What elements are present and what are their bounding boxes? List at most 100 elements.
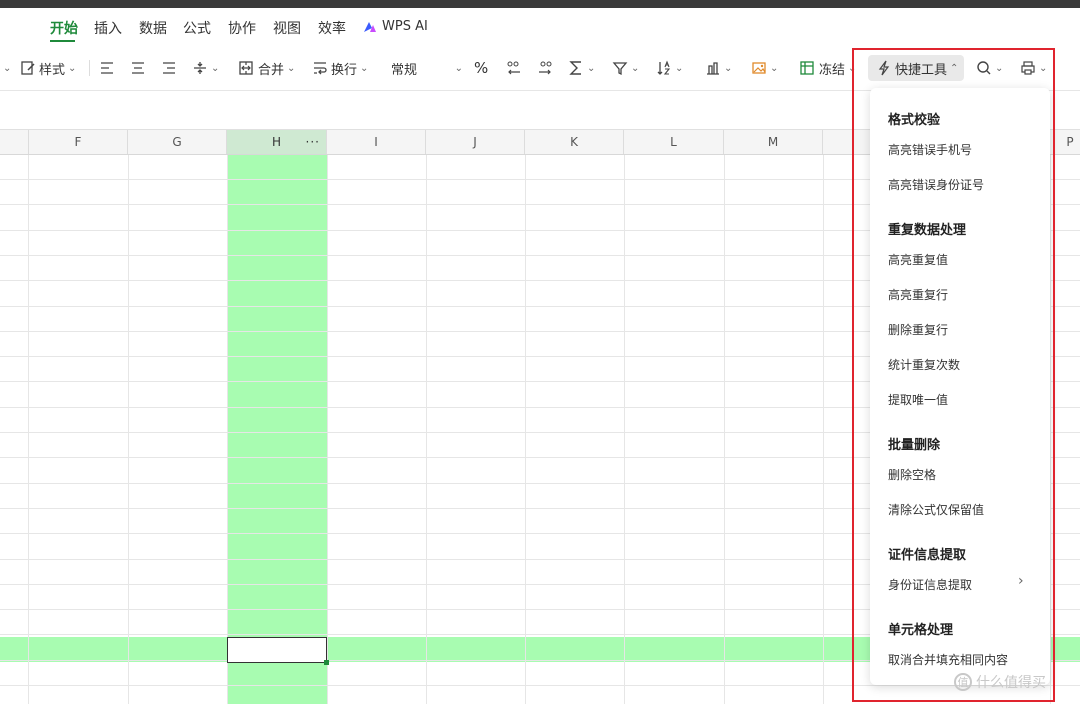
align-center-button[interactable] [130,58,146,78]
chevron-down-icon[interactable]: ⌄ [0,58,11,78]
row-divider [0,685,1080,686]
column-divider [525,154,526,704]
column-header-k[interactable]: K [525,130,624,154]
wrap-label: 换行 [331,62,358,78]
chevron-down-icon: ⌄ [848,62,857,74]
menu-item-highlight-duplicate-values[interactable]: 高亮重复值 [888,251,948,268]
toolbar-divider [89,60,90,76]
column-header-f[interactable]: F [29,130,128,154]
chevron-down-icon: ⌄ [770,62,779,74]
column-header-p[interactable]: P [1050,130,1080,154]
print-button[interactable]: ⌄ [1020,58,1047,78]
filter-button[interactable]: ⌄ [612,58,639,78]
sigma-icon [569,61,581,75]
chevron-down-icon: ⌄ [287,62,296,74]
tab-efficiency[interactable]: 效率 [318,18,346,38]
sum-button[interactable]: ⌄ [568,58,595,78]
watermark: 值 什么值得买 [954,672,1046,692]
freeze-label: 冻结 [819,62,846,78]
watermark-text: 什么值得买 [976,675,1046,691]
column-header-j[interactable]: J [426,130,525,154]
menu-item-clear-formulas-keep-values[interactable]: 清除公式仅保留值 [888,501,984,518]
menu-item-delete-spaces[interactable]: 删除空格 [888,466,936,483]
increase-decimal-button[interactable] [536,58,554,78]
align-right-icon [163,62,175,74]
tab-data[interactable]: 数据 [139,18,167,38]
column-divider [327,154,328,704]
vertical-align-icon [194,62,206,74]
bar-chart-icon [707,62,719,75]
picture-button[interactable]: ⌄ [751,58,778,78]
tab-formula[interactable]: 公式 [183,18,211,38]
style-label: 样式 [39,62,66,78]
menu-item-id-info-extract[interactable]: 身份证信息提取 [888,576,972,593]
align-left-button[interactable] [99,58,115,78]
toolbar: ⌄ 样式 ⌄ ⌄ 合并 ⌄ 换行 ⌄ 常规 ⌄ % ⌄ ⌄ ⌄ ⌄ ⌄ 冻结 ⌄… [0,46,1080,91]
active-cell[interactable] [227,637,327,663]
tab-wps-ai[interactable]: WPS AI [382,19,428,34]
tab-home[interactable]: 开始 [50,18,78,38]
style-button[interactable]: 样式 ⌄ [20,58,76,78]
column-header-l[interactable]: L [624,130,724,154]
quick-tools-button[interactable]: 快捷工具 ⌃ [877,58,958,78]
chevron-down-icon: ⌄ [360,62,369,74]
menu-item-delete-duplicate-rows[interactable]: 删除重复行 [888,321,948,338]
quick-tools-label: 快捷工具 [895,62,948,78]
tab-insert[interactable]: 插入 [94,18,122,38]
watermark-logo-icon: 值 [954,673,972,691]
menu-item-count-duplicates[interactable]: 统计重复次数 [888,356,960,373]
section-cell-processing: 单元格处理 [888,623,954,638]
chevron-down-icon: ⌄ [68,62,77,74]
percent-button[interactable]: % [474,58,488,78]
chevron-down-icon: ⌄ [724,62,733,74]
decrease-decimal-icon [507,61,520,75]
column-header-g[interactable]: G [128,130,227,154]
column-header-m[interactable]: M [724,130,823,154]
sort-button[interactable]: ⌄ [656,58,683,78]
column-divider [724,154,725,704]
chevron-down-icon: ⌄ [587,62,596,74]
filter-icon [612,62,628,76]
quick-tools-dropdown: 格式校验 高亮错误手机号 高亮错误身份证号 重复数据处理 高亮重复值 高亮重复行… [870,88,1050,685]
menu-item-highlight-wrong-id[interactable]: 高亮错误身份证号 [888,176,984,193]
number-format-select[interactable]: 常规 ⌄ [391,58,463,78]
chevron-down-icon: ⌄ [995,62,1004,74]
chevron-down-icon: ⌄ [454,62,463,74]
column-header-h[interactable]: H ··· [227,130,327,154]
fill-handle[interactable] [324,660,329,665]
vertical-align-button[interactable]: ⌄ [192,58,219,78]
menu-item-highlight-duplicate-rows[interactable]: 高亮重复行 [888,286,948,303]
column-divider [624,154,625,704]
chevron-down-icon: ⌄ [211,62,220,74]
freeze-button[interactable]: 冻结 ⌄ [799,58,856,78]
printer-icon [1021,61,1035,75]
number-format-value: 常规 [391,62,418,78]
active-tab-indicator [50,40,75,42]
merge-button[interactable]: 合并 ⌄ [238,58,295,78]
increase-decimal-icon [539,61,552,75]
column-divider [823,154,824,704]
section-batch-delete: 批量删除 [888,438,941,453]
wps-ai-icon [364,22,376,32]
lightning-icon [878,60,890,76]
column-header-i[interactable]: I [327,130,426,154]
find-button[interactable]: ⌄ [976,58,1003,78]
column-divider [1050,154,1051,704]
chevron-down-icon: ⌄ [631,62,640,74]
menu-item-highlight-wrong-phone[interactable]: 高亮错误手机号 [888,141,972,158]
merge-label: 合并 [258,62,285,78]
align-right-button[interactable] [161,58,177,78]
tab-view[interactable]: 视图 [273,18,301,38]
menu-item-unmerge-fill-same[interactable]: 取消合并填充相同内容 [888,651,1008,668]
column-more-icon[interactable]: ··· [306,130,320,154]
column-header-h-label: H [271,135,282,149]
menu-item-extract-unique[interactable]: 提取唯一值 [888,391,948,408]
chart-button[interactable]: ⌄ [705,58,732,78]
chevron-right-icon: › [1018,573,1024,589]
wrap-button[interactable]: 换行 ⌄ [312,58,368,78]
column-header-partial[interactable] [0,130,29,154]
decrease-decimal-button[interactable] [505,58,523,78]
chevron-down-icon: ⌄ [1039,62,1048,74]
section-id-info-extract: 证件信息提取 [888,548,967,563]
tab-collaborate[interactable]: 协作 [228,18,256,38]
